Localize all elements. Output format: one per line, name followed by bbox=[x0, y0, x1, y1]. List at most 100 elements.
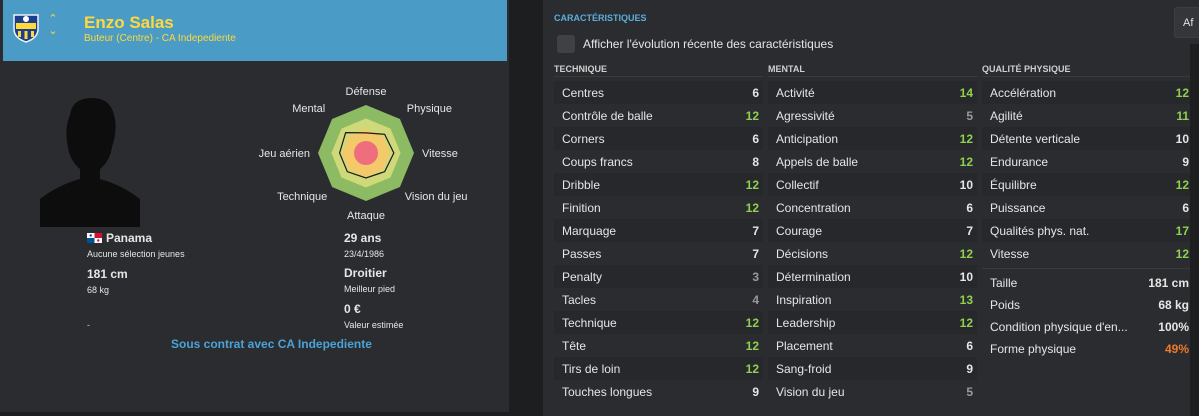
attribute-row[interactable]: Accélération 12 bbox=[982, 81, 1193, 104]
attribute-name: Agressivité bbox=[776, 108, 835, 123]
attribute-value: 12 bbox=[745, 200, 759, 215]
panel-divider bbox=[509, 0, 543, 416]
birthdate: 23/4/1986 bbox=[344, 249, 385, 259]
chevron-up-icon[interactable]: ⌃ bbox=[47, 13, 59, 25]
youth-caps: Aucune sélection jeunes bbox=[87, 249, 185, 259]
evolution-checkbox[interactable] bbox=[557, 35, 575, 53]
attribute-row[interactable]: Dribble 12 bbox=[554, 173, 763, 196]
attribute-value: 14 bbox=[959, 85, 973, 100]
attribute-value: 4 bbox=[752, 292, 759, 307]
contract-link[interactable]: Sous contrat avec CA Indepediente bbox=[171, 337, 372, 351]
attribute-row[interactable]: Placement 6 bbox=[768, 334, 977, 357]
physical-detail-value: 181 cm bbox=[1148, 276, 1189, 290]
attribute-name: Centres bbox=[562, 85, 605, 100]
attribute-row[interactable]: Agilité 11 bbox=[982, 104, 1193, 127]
attribute-row[interactable]: Agressivité 5 bbox=[768, 104, 977, 127]
player-role: Buteur (Centre) - CA Indepediente bbox=[84, 33, 236, 44]
attribute-row[interactable]: Tête 12 bbox=[554, 334, 763, 357]
attribute-name: Sang-froid bbox=[776, 361, 832, 376]
attribute-row[interactable]: Inspiration 13 bbox=[768, 288, 977, 311]
attribute-row[interactable]: Équilibre 12 bbox=[982, 173, 1193, 196]
attribute-name: Agilité bbox=[990, 108, 1023, 123]
attribute-row[interactable]: Décisions 12 bbox=[768, 242, 977, 265]
mental-underline bbox=[768, 76, 977, 77]
radar-label: Mental bbox=[292, 103, 325, 115]
attribute-value: 12 bbox=[745, 361, 759, 376]
attribute-value: 3 bbox=[752, 269, 759, 284]
vertical-scrollbar[interactable] bbox=[1190, 44, 1199, 416]
attribute-value: 17 bbox=[1175, 223, 1189, 238]
attribute-row[interactable]: Vision du jeu 5 bbox=[768, 380, 977, 403]
player-overview-panel: ⌃ ⌄ Enzo Salas Buteur (Centre) - CA Inde… bbox=[0, 0, 509, 412]
attribute-row[interactable]: Appels de balle 12 bbox=[768, 150, 977, 173]
attribute-row[interactable]: Tirs de loin 12 bbox=[554, 357, 763, 380]
attribute-value: 12 bbox=[959, 315, 973, 330]
club-crest-icon bbox=[13, 14, 39, 43]
attribute-row[interactable]: Concentration 6 bbox=[768, 196, 977, 219]
attribute-radar-chart: Défense Physique Vitesse Vision du jeu Attaq… bbox=[259, 86, 468, 221]
attribute-value: 7 bbox=[966, 223, 973, 238]
attribute-row[interactable]: Endurance 9 bbox=[982, 150, 1193, 173]
physical-detail-name: Taille bbox=[990, 276, 1018, 290]
player-name: Enzo Salas bbox=[84, 13, 174, 32]
attribute-row[interactable]: Marquage 7 bbox=[554, 219, 763, 242]
physical-details-list: Taille 181 cm Poids 68 kg Condition physique… bbox=[982, 272, 1193, 360]
attribute-name: Équilibre bbox=[990, 177, 1037, 192]
attribute-row[interactable]: Corners 6 bbox=[554, 127, 763, 150]
bottom-bar bbox=[0, 412, 509, 416]
attribute-row[interactable]: Détermination 10 bbox=[768, 265, 977, 288]
attribute-value: 13 bbox=[959, 292, 973, 307]
attribute-name: Accélération bbox=[990, 85, 1057, 100]
attribute-row[interactable]: Technique 12 bbox=[554, 311, 763, 334]
attribute-row[interactable]: Puissance 6 bbox=[982, 196, 1193, 219]
attribute-name: Coups francs bbox=[562, 154, 633, 169]
attribute-value: 11 bbox=[1176, 108, 1189, 123]
attribute-value: 9 bbox=[1182, 154, 1189, 169]
physical-detail-value: 68 kg bbox=[1158, 298, 1189, 312]
attribute-name: Contrôle de balle bbox=[562, 108, 653, 123]
attribute-name: Détermination bbox=[776, 269, 851, 284]
attribute-value: 12 bbox=[745, 177, 759, 192]
attribute-value: 9 bbox=[966, 361, 973, 376]
evolution-checkbox-label[interactable]: Afficher l'évolution récente des caracté… bbox=[583, 37, 833, 51]
attribute-row[interactable]: Détente verticale 10 bbox=[982, 127, 1193, 150]
attribute-row[interactable]: Anticipation 12 bbox=[768, 127, 977, 150]
chevron-down-icon[interactable]: ⌄ bbox=[47, 25, 59, 37]
attribute-row[interactable]: Qualités phys. nat. 17 bbox=[982, 219, 1193, 242]
physical-detail-value: 49% bbox=[1164, 342, 1189, 356]
attribute-row[interactable]: Centres 6 bbox=[554, 81, 763, 104]
attribute-row[interactable]: Passes 7 bbox=[554, 242, 763, 265]
attribute-row[interactable]: Sang-froid 9 bbox=[768, 357, 977, 380]
radar-label: Attaque bbox=[347, 210, 385, 221]
attribute-name: Endurance bbox=[990, 154, 1049, 169]
attribute-value: 12 bbox=[959, 246, 973, 261]
attribute-row[interactable]: Penalty 3 bbox=[554, 265, 763, 288]
attribute-name: Technique bbox=[562, 315, 617, 330]
misc-dash: - bbox=[87, 320, 90, 330]
attribute-row[interactable]: Courage 7 bbox=[768, 219, 977, 242]
attribute-name: Collectif bbox=[776, 177, 819, 192]
attribute-row[interactable]: Collectif 10 bbox=[768, 173, 977, 196]
attribute-row[interactable]: Finition 12 bbox=[554, 196, 763, 219]
player-navigation[interactable]: ⌃ ⌄ bbox=[47, 13, 59, 39]
options-button[interactable]: Af bbox=[1174, 7, 1199, 38]
attribute-name: Vitesse bbox=[990, 246, 1030, 261]
attribute-name: Inspiration bbox=[776, 292, 832, 307]
attribute-row[interactable]: Coups francs 8 bbox=[554, 150, 763, 173]
attribute-row[interactable]: Leadership 12 bbox=[768, 311, 977, 334]
attribute-row[interactable]: Vitesse 12 bbox=[982, 242, 1193, 265]
attribute-row[interactable]: Tacles 4 bbox=[554, 288, 763, 311]
attribute-name: Touches longues bbox=[562, 384, 653, 399]
physical-attributes-list: Accélération 12 Agilité 11 Détente verticale… bbox=[982, 81, 1193, 265]
attribute-row[interactable]: Touches longues 9 bbox=[554, 380, 763, 403]
nationality: Panama bbox=[106, 231, 153, 245]
attribute-row[interactable]: Activité 14 bbox=[768, 81, 977, 104]
height-value: 181 cm bbox=[87, 267, 128, 281]
age-value: 29 ans bbox=[344, 231, 382, 245]
physical-detail-row: Poids 68 kg bbox=[982, 294, 1193, 316]
attributes-title: CARACTÉRISTIQUES bbox=[554, 13, 647, 23]
attribute-name: Tacles bbox=[562, 292, 597, 307]
attribute-value: 12 bbox=[1175, 85, 1189, 100]
attribute-row[interactable]: Contrôle de balle 12 bbox=[554, 104, 763, 127]
nationality-block: Panama Aucune sélection jeunes bbox=[87, 231, 185, 259]
